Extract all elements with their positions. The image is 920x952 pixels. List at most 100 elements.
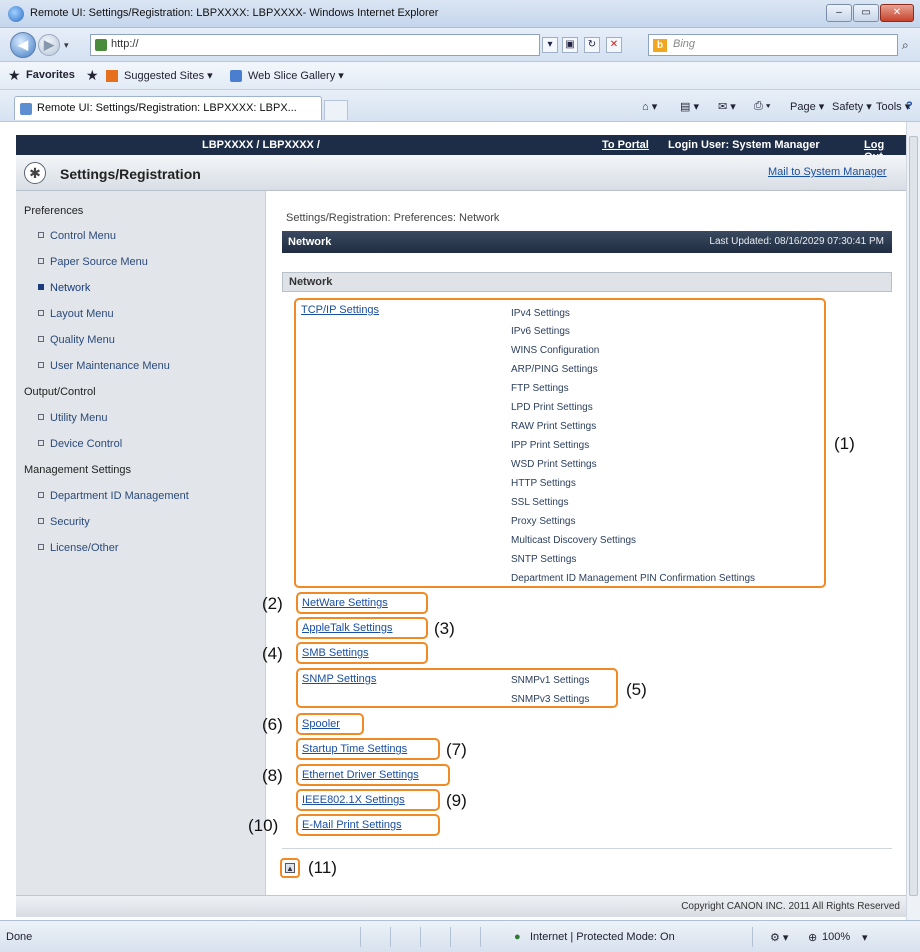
- page-header: ✱ Settings/Registration Mail to System M…: [16, 155, 906, 191]
- sidebar-item-department-id-management[interactable]: Department ID Management: [38, 490, 189, 502]
- sidebar-item-device-control[interactable]: Device Control: [38, 438, 122, 450]
- sidebar-item-network[interactable]: Network: [38, 282, 90, 294]
- netware-settings-link[interactable]: NetWare Settings: [302, 597, 388, 609]
- tab-site-icon: [20, 103, 32, 115]
- address-toolbar: ◀ ▶ ▾ http:// ▾ ▣ ↻ ✕ b Bing ⌕: [0, 28, 920, 62]
- sidebar-item-paper-source-menu[interactable]: Paper Source Menu: [38, 256, 148, 268]
- address-dropdown-icon[interactable]: ▾: [542, 37, 558, 53]
- close-button[interactable]: ✕: [880, 4, 914, 22]
- tab-active[interactable]: Remote UI: Settings/Registration: LBPXXX…: [14, 96, 322, 120]
- ipv6-settings-item: IPv6 Settings: [511, 326, 570, 337]
- status-divider: [420, 927, 421, 947]
- lpd-print-settings-item: LPD Print Settings: [511, 402, 593, 413]
- tcpip-settings-link[interactable]: TCP/IP Settings: [301, 304, 379, 316]
- help-icon[interactable]: ?: [906, 100, 913, 112]
- search-input[interactable]: b Bing: [648, 34, 898, 56]
- sidebar-item-user-maintenance-menu[interactable]: User Maintenance Menu: [38, 360, 170, 372]
- safety-menu[interactable]: Safety ▾: [832, 100, 872, 113]
- smb-settings-link[interactable]: SMB Settings: [302, 647, 369, 659]
- sidebar-item-utility-menu[interactable]: Utility Menu: [38, 412, 107, 424]
- status-divider: [390, 927, 391, 947]
- search-placeholder: Bing: [673, 38, 696, 50]
- security-zone-text[interactable]: Internet | Protected Mode: On: [530, 931, 675, 943]
- print-icon[interactable]: ⎙ ▾: [754, 100, 770, 113]
- history-dropdown-icon[interactable]: ▾: [64, 40, 69, 51]
- address-text: http://: [111, 38, 139, 50]
- callout-7: (7): [446, 740, 467, 759]
- sidebar-heading-management-settings: Management Settings: [24, 464, 132, 476]
- internet-zone-icon: ●: [514, 931, 521, 943]
- refresh-icon[interactable]: ↻: [584, 37, 600, 53]
- page-menu[interactable]: Page ▾: [790, 100, 824, 113]
- page-title: Settings/Registration: [60, 166, 201, 182]
- status-divider: [450, 927, 451, 947]
- suggested-sites-icon: [106, 70, 118, 82]
- vertical-scrollbar[interactable]: [906, 122, 920, 920]
- tab-bar: Remote UI: Settings/Registration: LBPXXX…: [0, 90, 920, 122]
- callout-11: (11): [308, 858, 337, 877]
- startup-time-settings-link[interactable]: Startup Time Settings: [302, 743, 407, 755]
- status-text: Done: [6, 931, 33, 943]
- spooler-link[interactable]: Spooler: [302, 718, 340, 730]
- snmp-settings-link[interactable]: SNMP Settings: [302, 673, 376, 685]
- back-button[interactable]: ◀: [10, 32, 36, 58]
- add-favorite-icon[interactable]: ★: [86, 67, 99, 84]
- breadcrumb: Settings/Registration: Preferences: Netw…: [286, 212, 500, 224]
- suggested-sites-link[interactable]: Suggested Sites ▾: [124, 69, 213, 82]
- address-input[interactable]: http://: [90, 34, 540, 56]
- ieee8021x-settings-link[interactable]: IEEE802.1X Settings: [302, 794, 405, 806]
- favorites-bar: ★ Favorites ★ Suggested Sites ▾ Web Slic…: [0, 62, 920, 90]
- status-divider: [360, 927, 361, 947]
- mail-to-system-manager-link[interactable]: Mail to System Manager: [768, 166, 887, 178]
- compatibility-icon[interactable]: ▣: [562, 37, 578, 53]
- zoom-icon[interactable]: ⊕: [808, 931, 817, 944]
- login-user: Login User: System Manager: [668, 139, 820, 151]
- proxy-settings-item: Proxy Settings: [511, 516, 576, 527]
- subsection-title: Network: [289, 276, 333, 288]
- section-title: Network: [288, 236, 332, 248]
- protected-mode-icon[interactable]: ⚙ ▾: [770, 931, 788, 944]
- minimize-button[interactable]: –: [826, 4, 852, 22]
- forward-button[interactable]: ▶: [38, 34, 60, 56]
- feeds-icon[interactable]: ▤ ▾: [680, 100, 699, 113]
- sntp-settings-item: SNTP Settings: [511, 554, 577, 565]
- tab-title: Remote UI: Settings/Registration: LBPXXX…: [37, 102, 297, 114]
- back-to-top-button[interactable]: ▲: [280, 858, 300, 878]
- zoom-dropdown-icon[interactable]: ▾: [862, 931, 868, 944]
- copyright-text: Copyright CANON INC. 2011 All Rights Res…: [681, 901, 900, 912]
- content-divider: [282, 848, 892, 849]
- mail-icon[interactable]: ✉ ▾: [718, 100, 736, 113]
- callout-3: (3): [434, 619, 455, 638]
- scrollbar-thumb[interactable]: [909, 136, 918, 896]
- zoom-level[interactable]: 100%: [822, 931, 850, 943]
- to-portal-link[interactable]: To Portal: [602, 139, 649, 151]
- ie-logo-icon: [8, 6, 24, 22]
- sidebar-item-license-other[interactable]: License/Other: [38, 542, 118, 554]
- status-divider: [480, 927, 481, 947]
- section-header: Network Last Updated: 08/16/2029 07:30:4…: [282, 231, 892, 253]
- sidebar-item-layout-menu[interactable]: Layout Menu: [38, 308, 114, 320]
- web-slice-link[interactable]: Web Slice Gallery ▾: [248, 69, 344, 82]
- stop-icon[interactable]: ✕: [606, 37, 622, 53]
- new-tab-button[interactable]: [324, 100, 348, 120]
- favorites-button[interactable]: Favorites: [26, 69, 75, 81]
- appletalk-settings-link[interactable]: AppleTalk Settings: [302, 622, 393, 634]
- wins-configuration-item: WINS Configuration: [511, 345, 600, 356]
- sidebar-item-control-menu[interactable]: Control Menu: [38, 230, 116, 242]
- footer: Copyright CANON INC. 2011 All Rights Res…: [16, 895, 906, 917]
- search-icon[interactable]: ⌕: [902, 38, 909, 53]
- home-icon[interactable]: ⌂ ▾: [642, 100, 657, 113]
- sidebar-item-security[interactable]: Security: [38, 516, 90, 528]
- web-slice-icon: [230, 70, 242, 82]
- maximize-button[interactable]: ▭: [853, 4, 879, 22]
- callout-9: (9): [446, 791, 467, 810]
- back-to-top-icon: ▲: [285, 863, 295, 873]
- sidebar-item-quality-menu[interactable]: Quality Menu: [38, 334, 115, 346]
- ethernet-driver-settings-link[interactable]: Ethernet Driver Settings: [302, 769, 419, 781]
- callout-4: (4): [262, 644, 283, 663]
- callout-10: (10): [248, 816, 279, 835]
- wsd-print-settings-item: WSD Print Settings: [511, 459, 597, 470]
- bing-logo-icon: b: [653, 39, 667, 52]
- email-print-settings-link[interactable]: E-Mail Print Settings: [302, 819, 402, 831]
- callout-6: (6): [262, 715, 283, 734]
